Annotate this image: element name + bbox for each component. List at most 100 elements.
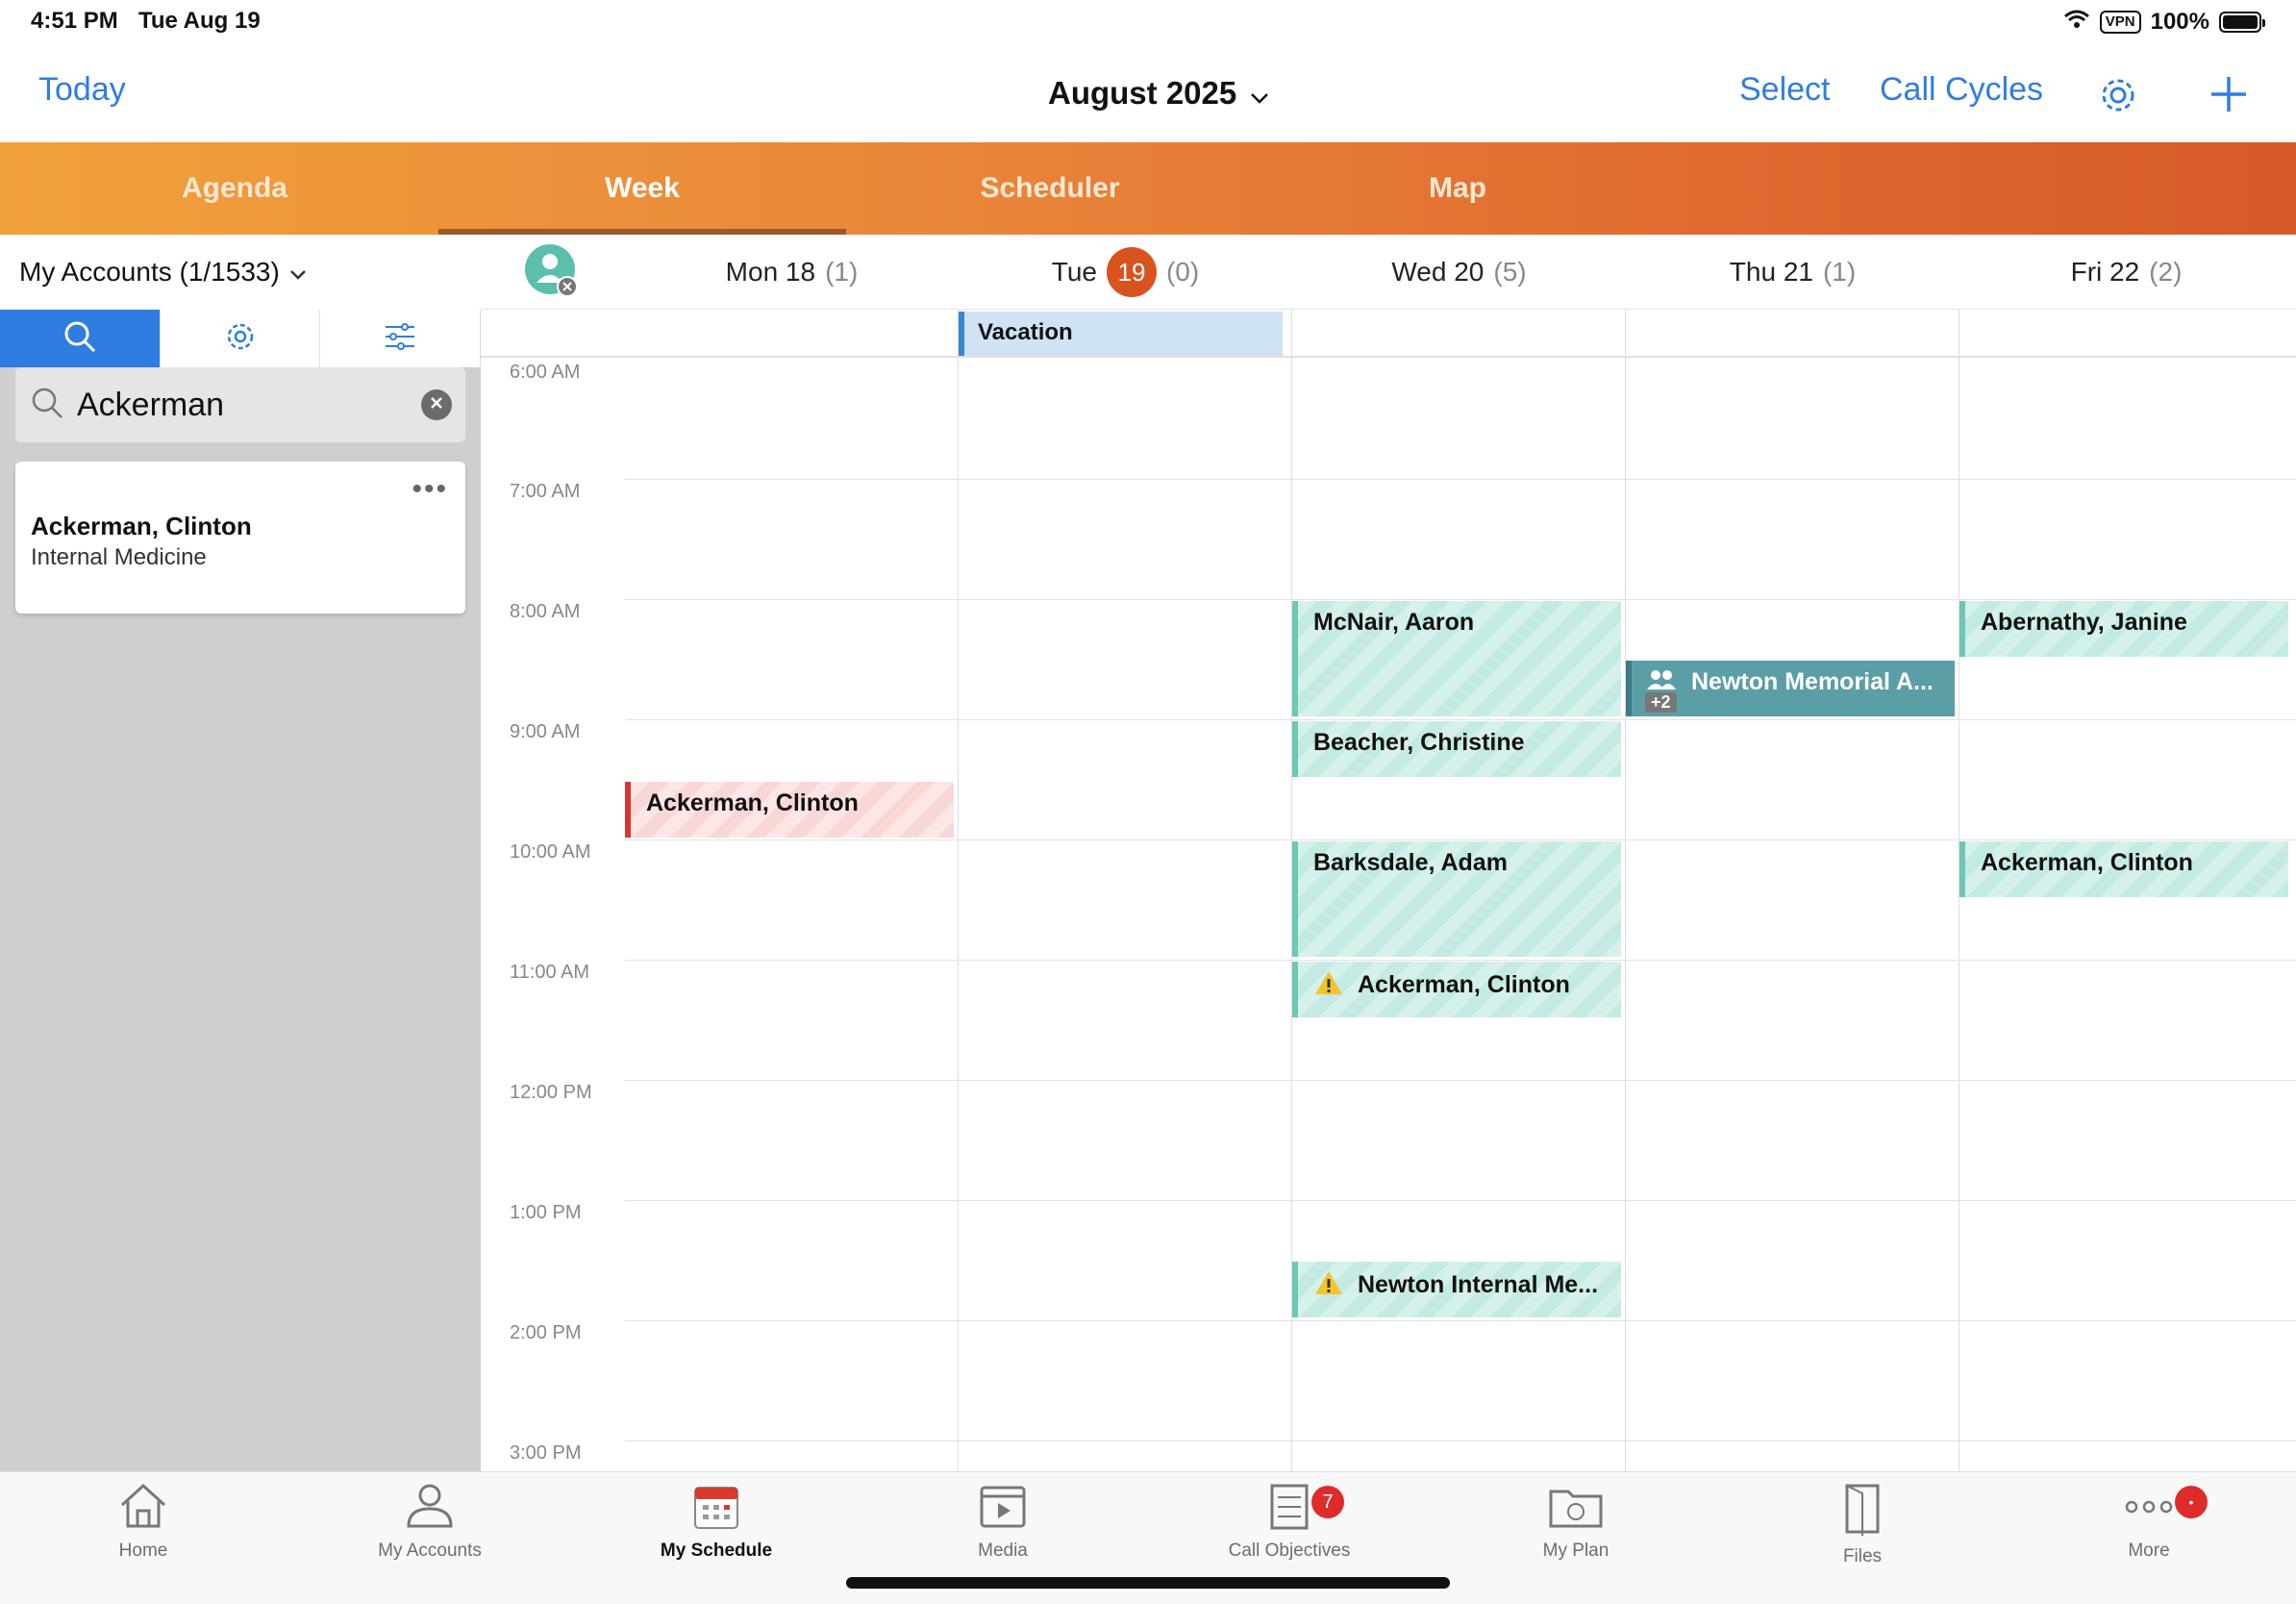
event-title: Newton Memorial A...	[1691, 668, 1934, 695]
tab-label: My Plan	[1542, 1541, 1610, 1561]
bottom-tab-my-plan[interactable]: My Plan	[1433, 1482, 1719, 1578]
hour-line	[625, 1080, 2296, 1081]
tab-map[interactable]: Map	[1254, 142, 1661, 235]
notification-badge: 7	[1311, 1486, 1344, 1518]
event-title: Ackerman, Clinton	[646, 789, 859, 816]
warning-icon	[1313, 1269, 1344, 1303]
folder-icon	[1547, 1482, 1605, 1535]
event-ackerman-mon[interactable]: Ackerman, Clinton	[625, 782, 954, 838]
day-header-thu[interactable]: Thu 21 (1)	[1626, 235, 1959, 310]
checklist-icon	[1262, 1482, 1316, 1535]
accounts-panel: My Accounts (1/1533) ••• Ackerman, Clint…	[0, 235, 482, 1471]
status-date: Tue Aug 19	[138, 8, 261, 34]
hour-label: 7:00 AM	[510, 481, 581, 502]
hour-line	[625, 599, 2296, 600]
account-name: Ackerman, Clinton	[31, 512, 252, 540]
sliders-icon	[384, 322, 416, 356]
event-newton-internal[interactable]: Newton Internal Me...	[1292, 1262, 1621, 1317]
bottom-tab-media[interactable]: Media	[860, 1482, 1146, 1578]
media-icon	[976, 1482, 1030, 1535]
day-header-mon[interactable]: Mon 18 (1)	[625, 235, 959, 310]
day-header-tue[interactable]: Tue 19 (0)	[959, 235, 1292, 310]
status-time: 4:51 PM	[31, 8, 118, 34]
call-cycles-button[interactable]: Call Cycles	[1880, 71, 2043, 109]
wifi-icon	[2063, 9, 2090, 37]
chevron-down-icon	[289, 257, 307, 288]
week-grid: 6:00 AM 7:00 AM 8:00 AM 9:00 AM 10:00 AM…	[481, 310, 2296, 1471]
bottom-tab-call-objectives[interactable]: Call Objectives 7	[1146, 1482, 1433, 1578]
tab-label: Call Objectives	[1228, 1541, 1351, 1561]
vpn-badge: VPN	[2099, 11, 2141, 34]
chevron-down-icon	[1250, 75, 1269, 112]
settings-button[interactable]	[2096, 73, 2140, 122]
settings-tool-tab[interactable]	[161, 310, 321, 367]
event-title: Barksdale, Adam	[1313, 849, 1508, 876]
bottom-tab-my-accounts[interactable]: My Accounts	[287, 1482, 573, 1578]
accounts-filter[interactable]: My Accounts (1/1533)	[0, 235, 481, 310]
tab-week[interactable]: Week	[438, 142, 846, 235]
search-icon	[31, 387, 63, 424]
month-title: August 2025	[1048, 75, 1237, 111]
hour-label: 9:00 AM	[510, 721, 581, 742]
event-title: Ackerman, Clinton	[1358, 971, 1570, 999]
battery-percent: 100%	[2150, 9, 2209, 35]
tab-label: More	[2128, 1541, 2170, 1561]
hour-line	[625, 479, 2296, 480]
search-input[interactable]	[77, 386, 404, 424]
day-count: (0)	[1165, 257, 1200, 287]
event-barksdale[interactable]: Barksdale, Adam	[1292, 841, 1621, 957]
accounts-icon	[403, 1482, 457, 1535]
clear-search-button[interactable]	[421, 389, 452, 420]
warning-icon	[1313, 969, 1344, 1003]
event-ackerman-wed[interactable]: Ackerman, Clinton	[1292, 962, 1621, 1017]
hour-line	[625, 960, 2296, 961]
day-label: Fri 22	[2070, 257, 2140, 287]
home-icon	[116, 1482, 170, 1535]
panel-tool-tabs	[0, 310, 482, 367]
month-picker[interactable]: August 2025	[1048, 75, 1269, 112]
day-header-fri[interactable]: Fri 22 (2)	[1959, 235, 2293, 310]
calendar-icon	[689, 1482, 743, 1535]
tab-agenda[interactable]: Agenda	[31, 142, 438, 235]
hour-line	[625, 1200, 2296, 1201]
day-header-wed[interactable]: Wed 20 (5)	[1292, 235, 1626, 310]
all-day-event-vacation[interactable]: Vacation	[959, 312, 1283, 356]
search-tool-tab[interactable]	[0, 310, 161, 367]
day-label: Wed 20	[1391, 257, 1485, 287]
select-button[interactable]: Select	[1739, 71, 1831, 109]
day-label: Thu 21	[1729, 257, 1813, 287]
account-result-card[interactable]: ••• Ackerman, Clinton Internal Medicine	[15, 462, 465, 614]
today-button[interactable]: Today	[38, 71, 126, 109]
event-title: McNair, Aaron	[1313, 609, 1475, 636]
profile-filter-icon[interactable]	[525, 244, 578, 297]
day-count: (5)	[1493, 257, 1527, 287]
day-label: Tue	[1051, 257, 1097, 287]
accounts-label: My Accounts (1/1533)	[19, 257, 280, 287]
event-beacher[interactable]: Beacher, Christine	[1292, 721, 1621, 777]
gear-icon	[2096, 79, 2140, 121]
tab-label: Home	[118, 1541, 168, 1561]
hour-label: 1:00 PM	[510, 1202, 582, 1223]
filter-tool-tab[interactable]	[320, 310, 482, 367]
search-field[interactable]	[15, 367, 465, 442]
event-mcnair[interactable]: McNair, Aaron	[1292, 601, 1621, 716]
bottom-tab-my-schedule[interactable]: My Schedule	[573, 1482, 860, 1578]
bottom-tab-more[interactable]: More •	[2006, 1482, 2292, 1578]
tab-scheduler[interactable]: Scheduler	[846, 142, 1254, 235]
gear-icon	[224, 320, 257, 358]
day-count: (2)	[2149, 257, 2183, 287]
event-title: Abernathy, Janine	[1981, 609, 2187, 636]
bottom-tab-files[interactable]: Files	[1719, 1482, 2006, 1578]
hour-label: 3:00 PM	[510, 1442, 582, 1464]
add-button[interactable]	[2208, 73, 2250, 120]
hour-label: 8:00 AM	[510, 601, 581, 622]
event-abernathy[interactable]: Abernathy, Janine	[1959, 601, 2288, 657]
event-title: Newton Internal Me...	[1358, 1271, 1599, 1299]
tab-label: My Accounts	[378, 1541, 482, 1561]
more-options-button[interactable]: •••	[412, 473, 448, 506]
tab-label: Media	[978, 1541, 1028, 1561]
bottom-tab-home[interactable]: Home	[0, 1482, 287, 1578]
event-newton-memorial[interactable]: Newton Memorial A... +2	[1626, 661, 1955, 716]
event-ackerman-fri[interactable]: Ackerman, Clinton	[1959, 841, 2288, 897]
app-root: 4:51 PM Tue Aug 19 VPN 100% Today August…	[0, 0, 2296, 1604]
